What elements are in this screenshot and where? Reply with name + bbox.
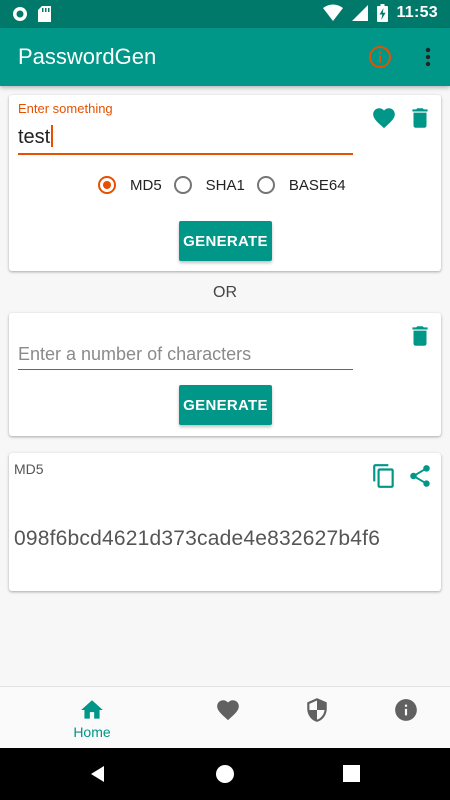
random-password-card: Enter a number of characters GENERATE	[9, 313, 441, 436]
input-underline	[18, 153, 353, 155]
system-home-icon[interactable]	[215, 764, 235, 784]
nav-item-home[interactable]: Home	[47, 687, 137, 749]
share-icon[interactable]	[407, 463, 433, 489]
or-divider-text: OR	[213, 284, 237, 301]
generate-random-button[interactable]: GENERATE	[179, 385, 272, 425]
nav-item-favorites[interactable]	[183, 687, 273, 749]
radio-button[interactable]	[173, 176, 192, 194]
nav-item-info[interactable]	[361, 687, 450, 749]
sd-card-icon	[38, 6, 51, 22]
nav-label-home: Home	[73, 724, 111, 740]
back-icon[interactable]	[88, 764, 108, 784]
hash-algorithm-radio-group: MD5 SHA1 BASE64	[98, 176, 358, 194]
favorite-heart-icon[interactable]	[371, 105, 397, 131]
input-underline	[18, 369, 353, 370]
delete-trash-icon[interactable]	[407, 323, 433, 349]
radio-button-checked[interactable]	[98, 176, 116, 194]
input-floating-label: Enter something	[18, 101, 113, 116]
overflow-menu-icon[interactable]	[420, 44, 436, 70]
delete-trash-icon[interactable]	[407, 105, 433, 131]
result-hash-value: 098f6bcd4621d373cade4e832627b4f6	[14, 527, 381, 550]
copy-icon[interactable]	[371, 463, 397, 489]
radio-option-md5[interactable]: MD5	[98, 176, 162, 194]
info-outline-icon[interactable]	[367, 44, 393, 70]
battery-charging-icon	[377, 4, 389, 22]
length-input[interactable]: Enter a number of characters	[18, 340, 353, 368]
radio-button[interactable]	[256, 176, 275, 194]
recents-icon[interactable]	[343, 765, 360, 782]
radio-label: MD5	[130, 176, 162, 194]
hash-card: Enter something test MD5 SHA1 BASE64 GEN…	[9, 95, 441, 271]
text-input[interactable]: test	[18, 123, 353, 151]
status-time: 11:53	[396, 4, 438, 21]
text-caret	[51, 125, 54, 147]
system-navigation-bar	[0, 748, 450, 800]
shield-icon	[307, 698, 327, 722]
wifi-icon	[323, 4, 344, 21]
nav-item-security[interactable]	[272, 687, 362, 749]
text-input-value: test	[18, 126, 51, 148]
circle-notification-icon	[13, 7, 27, 21]
result-card: MD5 098f6bcd4621d373cade4e832627b4f6	[9, 453, 441, 591]
generate-hash-button[interactable]: GENERATE	[179, 221, 272, 261]
info-icon	[395, 699, 417, 721]
radio-option-base64[interactable]: BASE64	[256, 176, 346, 194]
radio-option-sha1[interactable]: SHA1	[173, 176, 245, 194]
radio-label: BASE64	[288, 176, 346, 194]
app-bar: PasswordGen	[0, 28, 450, 86]
result-algorithm-label: MD5	[14, 461, 44, 477]
app-title: PasswordGen	[18, 44, 157, 69]
bottom-navigation: Home	[0, 686, 450, 749]
home-icon	[81, 700, 103, 719]
radio-label: SHA1	[205, 176, 245, 194]
heart-icon	[217, 700, 239, 721]
signal-icon	[352, 5, 369, 21]
status-bar: 11:53	[0, 0, 450, 28]
